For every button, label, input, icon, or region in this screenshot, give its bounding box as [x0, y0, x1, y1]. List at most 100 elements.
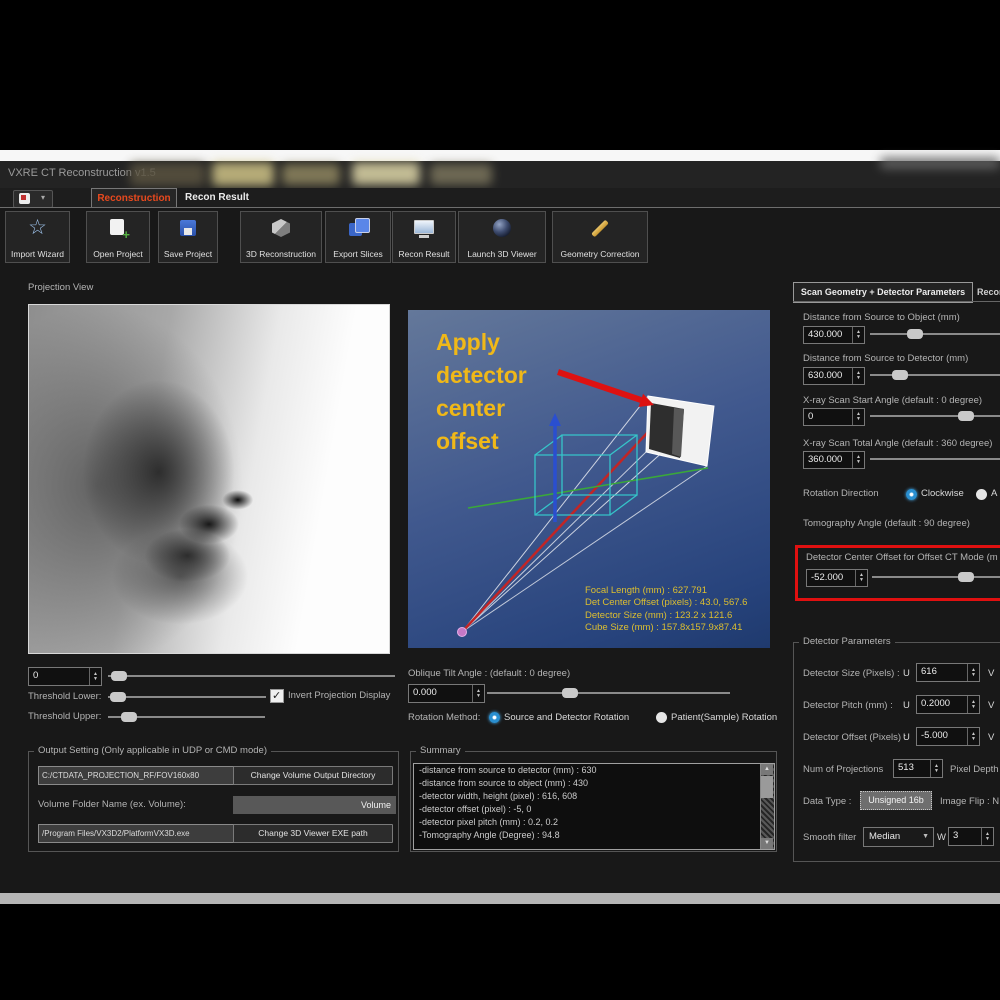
volume-output-directory-field[interactable]: C:/CTDATA_PROJECTION_RF/FOV160x80 [38, 766, 234, 785]
threshold-upper-slider[interactable] [108, 712, 265, 722]
tab-recon-result[interactable]: Recon Result [178, 188, 256, 207]
threshold-lower-label: Threshold Lower: [28, 691, 101, 702]
chevron-down-icon[interactable]: ▾ [41, 193, 45, 202]
source-detector-rotation-radio[interactable] [489, 712, 500, 723]
anticlockwise-radio[interactable] [976, 489, 987, 500]
tomography-angle-label: Tomography Angle (default : 90 degree) [803, 518, 970, 529]
v-label: V [988, 700, 994, 711]
u-label: U [903, 732, 910, 743]
source-detector-distance-label: Distance from Source to Detector (mm) [803, 353, 968, 364]
spinner-arrows-icon[interactable] [89, 668, 101, 685]
frame-index-spinner[interactable]: 0 [28, 667, 102, 686]
smooth-filter-dropdown[interactable]: Median [863, 827, 934, 847]
detector-offset-u-spinner[interactable]: -5.000 [916, 727, 980, 746]
top-white-strip [0, 150, 1000, 161]
detector-pitch-u-spinner[interactable]: 0.2000 [916, 695, 980, 714]
detector-center-offset-label: Detector Center Offset for Offset CT Mod… [806, 552, 998, 563]
num-projections-spinner[interactable]: 513 [893, 759, 943, 778]
change-3d-viewer-exe-button[interactable]: Change 3D Viewer EXE path [233, 824, 393, 843]
detector-size-u-spinner[interactable]: 616 [916, 663, 980, 682]
spinner-arrows-icon[interactable] [967, 728, 979, 745]
launch-3d-viewer-button[interactable]: Launch 3D Viewer [458, 211, 546, 263]
smooth-w-spinner[interactable]: 3 [948, 827, 994, 846]
scan-start-angle-slider[interactable] [870, 411, 1000, 421]
detector-center-offset-slider[interactable] [872, 572, 1000, 582]
summary-line: -detector pixel pitch (mm) : 0.2, 0.2 [414, 816, 774, 829]
detector-center-offset-spinner[interactable]: -52.000 [806, 569, 868, 587]
spinner-arrows-icon[interactable] [967, 696, 979, 713]
slider-handle[interactable] [892, 370, 908, 380]
scroll-down-icon[interactable] [761, 838, 773, 849]
cube-icon [270, 217, 292, 239]
blurred-thumbnail [880, 157, 1000, 169]
tab-scan-geometry[interactable]: Scan Geometry + Detector Parameters [793, 282, 973, 303]
frame-slider[interactable] [108, 671, 395, 681]
spinner-arrows-icon[interactable] [472, 685, 484, 702]
spinner-arrows-icon[interactable] [855, 570, 867, 586]
threshold-lower-slider[interactable] [108, 692, 266, 702]
scroll-up-icon[interactable] [761, 764, 773, 775]
data-type-value[interactable]: Unsigned 16b [860, 791, 932, 810]
source-object-distance-slider[interactable] [870, 329, 1000, 339]
open-project-button[interactable]: Open Project [86, 211, 150, 263]
oblique-tilt-slider[interactable] [487, 688, 730, 698]
u-label: U [903, 668, 910, 679]
anticlockwise-label-partial: A [991, 488, 997, 499]
source-object-distance-label: Distance from Source to Object (mm) [803, 312, 960, 323]
open-document-icon [107, 217, 129, 239]
summary-line: -detector width, height (pixel) : 616, 6… [414, 790, 774, 803]
spinner-arrows-icon[interactable] [852, 409, 864, 425]
v-label: V [988, 732, 994, 743]
spinner-arrows-icon[interactable] [852, 327, 864, 343]
import-wizard-button[interactable]: Import Wizard [5, 211, 70, 263]
scan-total-angle-slider[interactable] [870, 454, 1000, 464]
invert-projection-checkbox[interactable] [270, 689, 284, 703]
viewer-exe-path-field[interactable]: /Program Files/VX3D2/PlatformVX3D.exe [38, 824, 234, 843]
scrollbar-thumb[interactable] [761, 776, 773, 798]
slider-handle[interactable] [110, 692, 126, 702]
scan-start-angle-spinner[interactable]: 0 [803, 408, 865, 426]
patient-rotation-radio[interactable] [656, 712, 667, 723]
patient-rotation-label: Patient(Sample) Rotation [671, 712, 777, 723]
3d-reconstruction-button[interactable]: 3D Reconstruction [240, 211, 322, 263]
volume-folder-name-label: Volume Folder Name (ex. Volume): [38, 799, 186, 810]
source-detector-rotation-label: Source and Detector Rotation [504, 712, 629, 723]
recon-result-button[interactable]: Recon Result [392, 211, 456, 263]
projection-view-label: Projection View [28, 282, 93, 293]
scan-total-angle-spinner[interactable]: 360.000 [803, 451, 865, 469]
annotation-text: Apply detector center offset [436, 326, 527, 458]
volume-folder-name-input[interactable]: Volume [233, 796, 396, 814]
summary-line: -Tomography Angle (Degree) : 94.8 [414, 829, 774, 842]
geometry-correction-button[interactable]: Geometry Correction [552, 211, 648, 263]
source-detector-distance-spinner[interactable]: 630.000 [803, 367, 865, 385]
slider-handle[interactable] [958, 411, 974, 421]
export-slices-button[interactable]: Export Slices [325, 211, 391, 263]
slider-handle[interactable] [121, 712, 137, 722]
spinner-arrows-icon[interactable] [930, 760, 942, 777]
sphere-icon [491, 217, 513, 239]
scan-start-angle-label: X-ray Scan Start Angle (default : 0 degr… [803, 395, 982, 406]
monitor-icon [413, 217, 435, 239]
source-object-distance-spinner[interactable]: 430.000 [803, 326, 865, 344]
slider-handle[interactable] [111, 671, 127, 681]
threshold-upper-label: Threshold Upper: [28, 711, 101, 722]
spinner-arrows-icon[interactable] [981, 828, 993, 845]
tab-reconstruction[interactable]: Reconstruction [91, 188, 177, 208]
spinner-arrows-icon[interactable] [852, 368, 864, 384]
tab-recon-partial[interactable]: Recon [977, 287, 1000, 297]
save-project-button[interactable]: Save Project [158, 211, 218, 263]
summary-scrollbar[interactable] [760, 764, 774, 849]
source-detector-distance-slider[interactable] [870, 370, 1000, 380]
slider-handle[interactable] [907, 329, 923, 339]
blurred-thumbnail [212, 162, 274, 186]
slider-handle[interactable] [958, 572, 974, 582]
spinner-arrows-icon[interactable] [852, 452, 864, 468]
spinner-arrows-icon[interactable] [967, 664, 979, 681]
tab-strip-divider [0, 207, 1000, 208]
oblique-tilt-spinner[interactable]: 0.000 [408, 684, 485, 703]
summary-line: -distance from source to detector (mm) :… [414, 764, 774, 777]
change-volume-output-directory-button[interactable]: Change Volume Output Directory [233, 766, 393, 785]
slider-handle[interactable] [562, 688, 578, 698]
quick-menu-button[interactable]: ▾ [13, 190, 53, 208]
clockwise-radio[interactable] [906, 489, 917, 500]
